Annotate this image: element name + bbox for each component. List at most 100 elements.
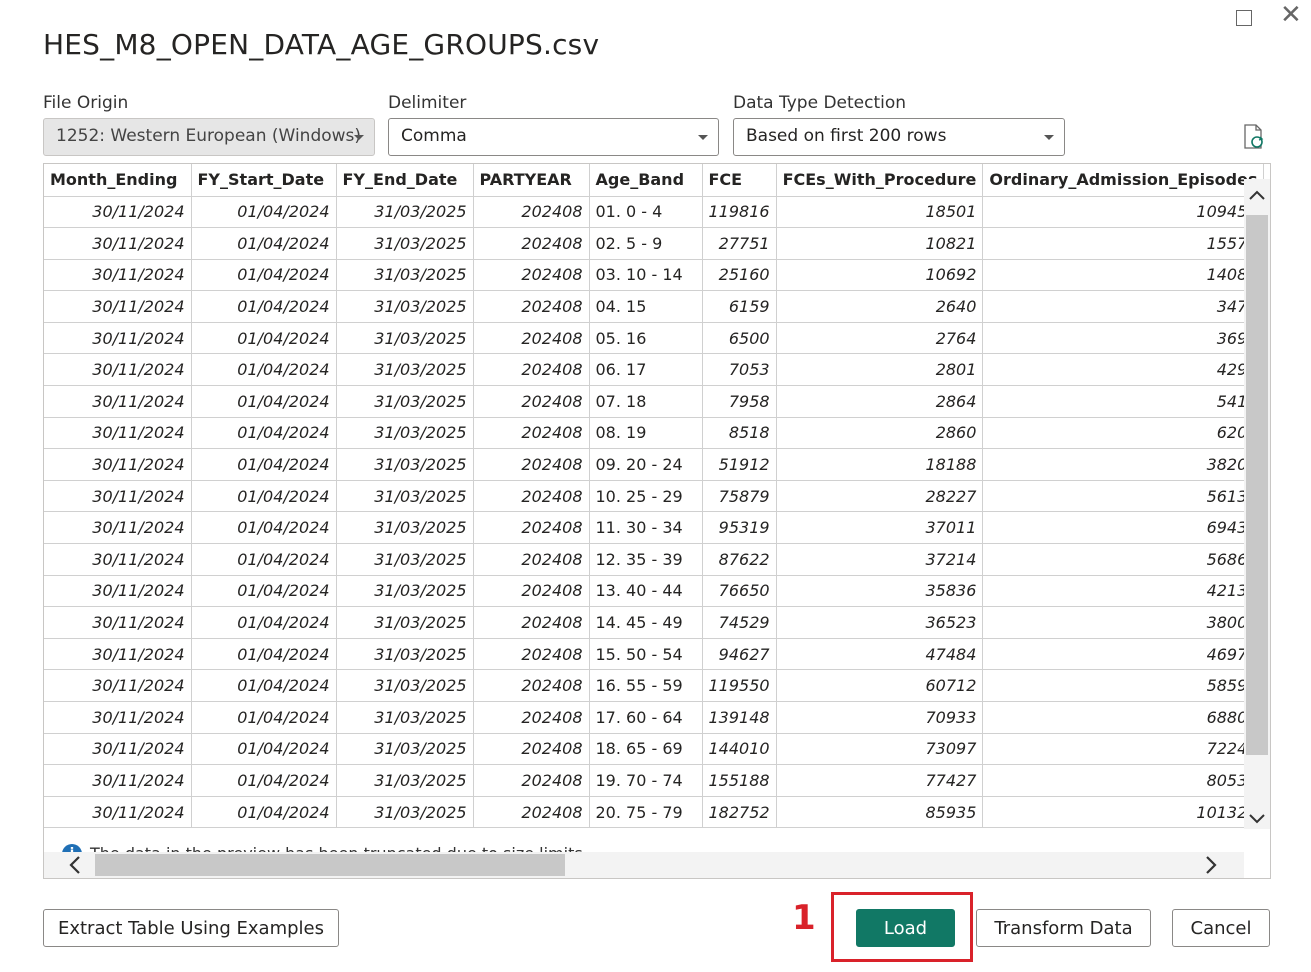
table-cell: 01/04/2024: [191, 575, 337, 608]
table-cell: 56135: [982, 480, 1265, 513]
preview-table: Month_Ending FY_Start_Date FY_End_Date PART…: [44, 164, 1265, 829]
table-cell: 01/04/2024: [191, 290, 337, 323]
table-cell: 36523: [776, 606, 984, 639]
table-cell: 31/03/2025: [336, 196, 474, 229]
table-cell: 06. 17: [589, 353, 703, 387]
table-cell: 01/04/2024: [191, 385, 337, 418]
table-cell: 20. 75 - 79: [589, 796, 703, 829]
table-cell: 5414: [982, 385, 1265, 418]
column-header[interactable]: FCEs_With_Procedure: [776, 164, 984, 197]
table-row: 30/11/2024 01/04/2024 31/03/2025 202408 20. …: [44, 796, 1265, 829]
table-row: 30/11/2024 01/04/2024 31/03/2025 202408 06. …: [44, 353, 1265, 387]
column-header[interactable]: Ordinary_Admission_Episodes: [982, 164, 1265, 197]
table-cell: 25160: [702, 259, 777, 292]
scroll-right-icon[interactable]: [1200, 853, 1222, 877]
table-cell: 202408: [473, 543, 590, 576]
table-cell: 70933: [776, 701, 984, 734]
preview-grid[interactable]: Month_Ending FY_Start_Date FY_End_Date PART…: [43, 163, 1271, 879]
table-cell: 31/03/2025: [336, 353, 474, 387]
table-cell: 01/04/2024: [191, 417, 337, 450]
table-cell: 30/11/2024: [44, 259, 192, 292]
scroll-left-icon[interactable]: [64, 853, 86, 877]
table-cell: 10692: [776, 259, 984, 292]
horizontal-scroll-thumb[interactable]: [95, 854, 565, 876]
table-cell: 202408: [473, 511, 590, 545]
table-cell: 30/11/2024: [44, 701, 192, 734]
table-cell: 202408: [473, 733, 590, 766]
table-cell: 42131: [982, 575, 1265, 608]
table-cell: 03. 10 - 14: [589, 259, 703, 292]
table-cell: 51912: [702, 448, 777, 481]
cancel-button[interactable]: Cancel: [1172, 909, 1270, 947]
table-cell: 31/03/2025: [336, 290, 474, 323]
table-cell: 202408: [473, 196, 590, 229]
table-cell: 12. 35 - 39: [589, 543, 703, 576]
refresh-icon[interactable]: [1242, 124, 1266, 150]
table-cell: 7958: [702, 385, 777, 418]
table-cell: 31/03/2025: [336, 606, 474, 639]
table-cell: 31/03/2025: [336, 511, 474, 545]
column-header[interactable]: FY_End_Date: [336, 164, 474, 197]
table-cell: 30/11/2024: [44, 480, 192, 513]
table-cell: 18501: [776, 196, 984, 229]
table-cell: 8518: [702, 417, 777, 450]
table-cell: 01/04/2024: [191, 669, 337, 702]
table-cell: 31/03/2025: [336, 448, 474, 481]
table-cell: 76650: [702, 575, 777, 608]
maximize-button[interactable]: [1236, 10, 1252, 26]
table-cell: 31/03/2025: [336, 227, 474, 260]
table-cell: 30/11/2024: [44, 353, 192, 387]
table-cell: 144010: [702, 733, 777, 766]
table-cell: 01/04/2024: [191, 606, 337, 639]
table-cell: 60712: [776, 669, 984, 702]
table-row: 30/11/2024 01/04/2024 31/03/2025 202408 08. …: [44, 417, 1265, 450]
table-cell: 31/03/2025: [336, 701, 474, 734]
table-cell: 30/11/2024: [44, 733, 192, 766]
table-row: 30/11/2024 01/04/2024 31/03/2025 202408 13. …: [44, 575, 1265, 608]
table-cell: 58599: [982, 669, 1265, 702]
table-row: 30/11/2024 01/04/2024 31/03/2025 202408 16. …: [44, 669, 1265, 702]
column-header[interactable]: Age_Band: [589, 164, 703, 197]
table-cell: 119550: [702, 669, 777, 702]
column-header[interactable]: FCE: [702, 164, 777, 197]
table-cell: 01. 0 - 4: [589, 196, 703, 229]
table-cell: 202408: [473, 606, 590, 639]
table-cell: 18. 65 - 69: [589, 733, 703, 766]
column-header[interactable]: FY_Start_Date: [191, 164, 337, 197]
table-cell: 2864: [776, 385, 984, 418]
column-header[interactable]: Month_Ending: [44, 164, 192, 197]
table-cell: 30/11/2024: [44, 322, 192, 355]
table-cell: 30/11/2024: [44, 606, 192, 639]
transform-data-button[interactable]: Transform Data: [976, 909, 1151, 947]
table-cell: 05. 16: [589, 322, 703, 355]
table-cell: 01/04/2024: [191, 196, 337, 229]
close-button[interactable]: ✕: [1280, 2, 1302, 28]
table-cell: 73097: [776, 733, 984, 766]
table-cell: 85935: [776, 796, 984, 829]
table-cell: 15. 50 - 54: [589, 638, 703, 671]
info-icon: i: [62, 844, 82, 852]
table-cell: 28227: [776, 480, 984, 513]
table-row: 30/11/2024 01/04/2024 31/03/2025 202408 15. …: [44, 638, 1265, 671]
data-type-detection-label: Data Type Detection: [733, 93, 907, 113]
scroll-down-icon[interactable]: [1247, 808, 1267, 828]
table-row: 30/11/2024 01/04/2024 31/03/2025 202408 12. …: [44, 543, 1265, 576]
table-cell: 16. 55 - 59: [589, 669, 703, 702]
table-cell: 6159: [702, 290, 777, 323]
load-button[interactable]: Load: [856, 909, 955, 947]
table-cell: 37214: [776, 543, 984, 576]
table-cell: 13. 40 - 44: [589, 575, 703, 608]
scroll-up-icon[interactable]: [1247, 186, 1267, 206]
extract-table-button[interactable]: Extract Table Using Examples: [43, 909, 339, 947]
table-cell: 80531: [982, 764, 1265, 797]
table-cell: 30/11/2024: [44, 417, 192, 450]
column-header[interactable]: PARTYEAR: [473, 164, 590, 197]
file-origin-select[interactable]: 1252: Western European (Windows): [43, 118, 375, 156]
delimiter-select[interactable]: Comma: [388, 118, 719, 156]
table-cell: 07. 18: [589, 385, 703, 418]
data-type-detection-select[interactable]: Based on first 200 rows: [733, 118, 1065, 156]
table-cell: 109453: [982, 196, 1265, 229]
table-cell: 202408: [473, 448, 590, 481]
vertical-scroll-thumb[interactable]: [1246, 215, 1268, 755]
table-cell: 47484: [776, 638, 984, 671]
